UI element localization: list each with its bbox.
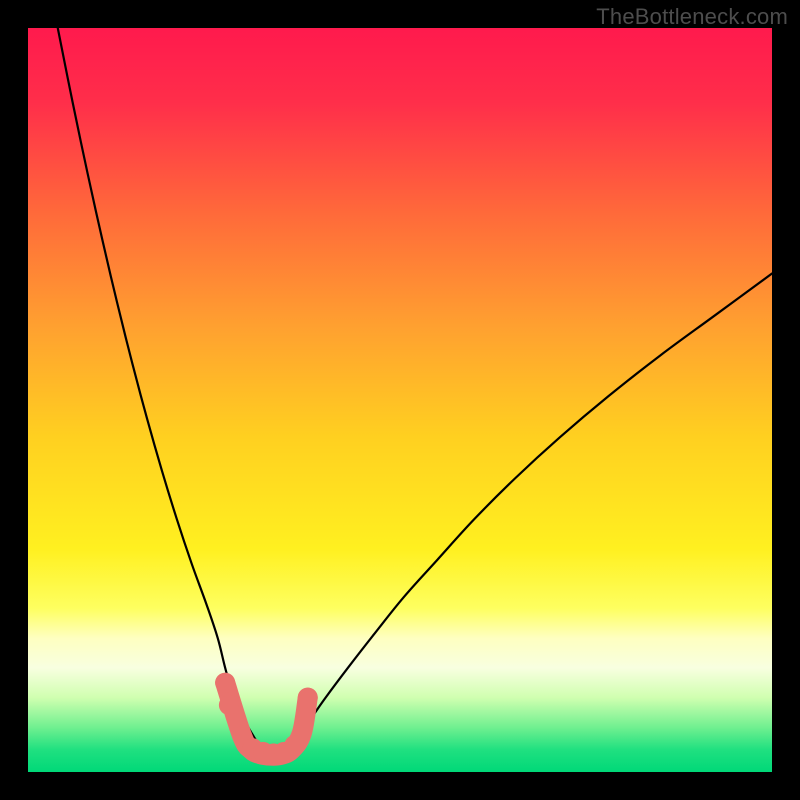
watermark-text: TheBottleneck.com [596,4,788,30]
plot-area [28,28,772,772]
gradient-background [28,28,772,772]
chart-frame: TheBottleneck.com [0,0,800,800]
data-point [298,688,318,708]
data-point [219,695,239,715]
data-point [215,673,235,693]
chart-svg [28,28,772,772]
data-point [284,735,304,755]
